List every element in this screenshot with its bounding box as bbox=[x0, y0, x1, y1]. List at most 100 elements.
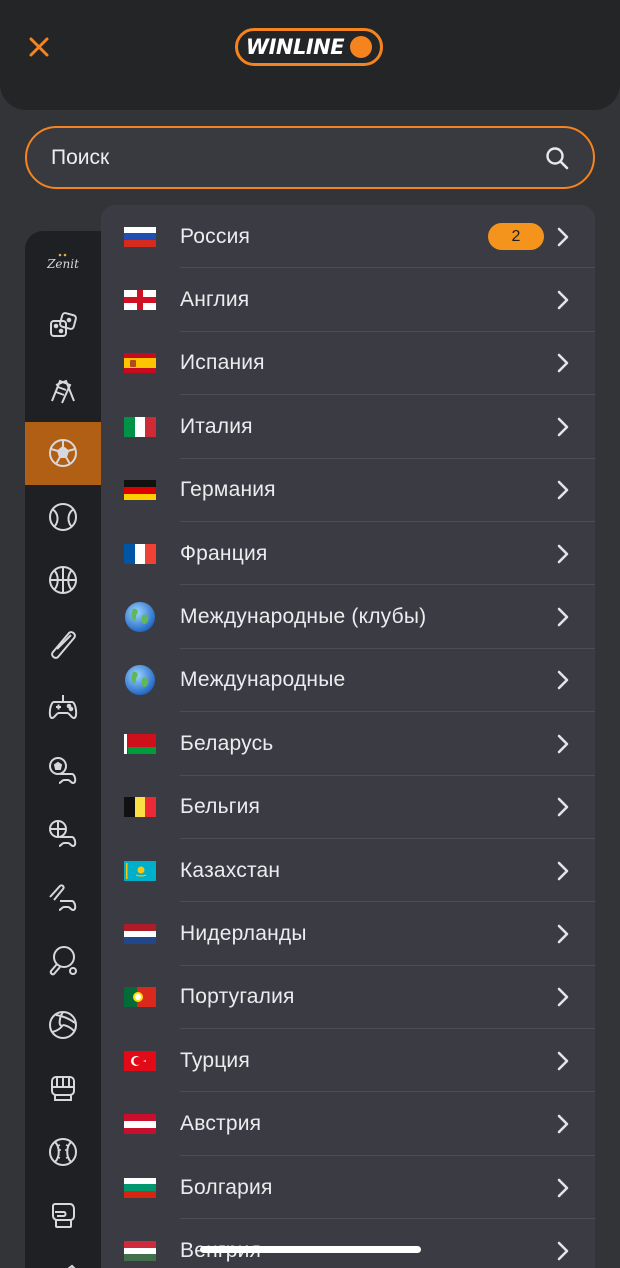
gamepad-icon bbox=[46, 690, 80, 724]
country-name: Англия bbox=[180, 288, 250, 312]
sport-item-gamepad[interactable] bbox=[25, 676, 101, 740]
esports-basketball-icon bbox=[46, 817, 80, 851]
winline-logo: WINLINE bbox=[235, 28, 383, 66]
country-name: Италия bbox=[180, 414, 253, 438]
country-row[interactable]: Международные (клубы) bbox=[101, 585, 595, 649]
france-flag-icon bbox=[124, 543, 156, 564]
svg-text:Zenit: Zenit bbox=[46, 257, 79, 271]
chevron-right-icon bbox=[553, 1178, 573, 1198]
sport-item-tennis-ball[interactable] bbox=[25, 485, 101, 549]
bulgaria-flag-icon bbox=[124, 1177, 156, 1198]
sport-item-mma-glove[interactable] bbox=[25, 1184, 101, 1248]
baseball-icon bbox=[46, 1135, 80, 1169]
country-name: Нидерланды bbox=[180, 921, 307, 945]
esports-soccer-icon bbox=[46, 754, 80, 788]
country-name: Испания bbox=[180, 351, 265, 375]
chevron-right-icon bbox=[553, 227, 573, 247]
close-button[interactable] bbox=[22, 30, 56, 64]
chevron-right-icon bbox=[553, 290, 573, 310]
boxing-glove-icon bbox=[46, 1071, 80, 1105]
sport-item-esports-hockey[interactable] bbox=[25, 866, 101, 930]
search-icon[interactable] bbox=[543, 144, 571, 172]
country-row[interactable]: Турция bbox=[101, 1029, 595, 1093]
chevron-right-icon bbox=[553, 1241, 573, 1261]
portugal-flag-icon bbox=[124, 987, 156, 1008]
italy-flag-icon bbox=[124, 416, 156, 437]
country-name: Россия bbox=[180, 224, 251, 248]
country-row[interactable]: Франция bbox=[101, 522, 595, 586]
austria-flag-icon bbox=[124, 1114, 156, 1135]
sport-item-zenit-logo[interactable]: Zenit bbox=[25, 231, 101, 295]
app-header: WINLINE bbox=[0, 0, 620, 110]
russia-flag-icon bbox=[124, 226, 156, 247]
chevron-right-icon bbox=[553, 861, 573, 881]
badminton-icon bbox=[46, 1262, 80, 1268]
sport-item-racing-flags[interactable] bbox=[25, 358, 101, 422]
home-indicator bbox=[200, 1246, 421, 1253]
country-row[interactable]: Беларусь bbox=[101, 712, 595, 776]
country-name: Франция bbox=[180, 541, 268, 565]
country-name: Международные (клубы) bbox=[180, 605, 427, 629]
country-row[interactable]: Австрия bbox=[101, 1092, 595, 1156]
belarus-flag-icon bbox=[124, 733, 156, 754]
country-row[interactable]: Португалия bbox=[101, 966, 595, 1030]
country-name: Болгария bbox=[180, 1175, 273, 1199]
sport-item-volleyball[interactable] bbox=[25, 993, 101, 1057]
chevron-right-icon bbox=[553, 480, 573, 500]
table-tennis-icon bbox=[46, 944, 80, 978]
country-name: Турция bbox=[180, 1048, 250, 1072]
kazakhstan-flag-icon bbox=[124, 860, 156, 881]
country-row[interactable]: Болгария bbox=[101, 1156, 595, 1220]
country-list: Россия 2 Англия Испания Италия Германия Франци… bbox=[101, 205, 595, 1268]
chevron-right-icon bbox=[553, 797, 573, 817]
chevron-right-icon bbox=[553, 353, 573, 373]
sport-item-esports-soccer[interactable] bbox=[25, 739, 101, 803]
country-row[interactable]: Россия 2 bbox=[101, 205, 595, 269]
tennis-ball-icon bbox=[46, 500, 80, 534]
hungary-flag-icon bbox=[124, 1240, 156, 1261]
chevron-right-icon bbox=[553, 1114, 573, 1134]
sport-item-badminton[interactable] bbox=[25, 1247, 101, 1268]
country-row[interactable]: Англия bbox=[101, 268, 595, 332]
chevron-right-icon bbox=[553, 1051, 573, 1071]
england-flag-icon bbox=[124, 290, 156, 311]
esports-hockey-icon bbox=[46, 881, 80, 915]
sport-item-soccer-ball[interactable] bbox=[25, 421, 101, 485]
sport-item-hockey-puck[interactable] bbox=[25, 612, 101, 676]
sport-item-basketball[interactable] bbox=[25, 549, 101, 613]
count-badge: 2 bbox=[488, 223, 544, 251]
country-name: Бельгия bbox=[180, 795, 261, 819]
country-row[interactable]: Испания bbox=[101, 332, 595, 396]
sport-item-baseball[interactable] bbox=[25, 1120, 101, 1184]
country-row[interactable]: Венгрия bbox=[101, 1219, 595, 1268]
volleyball-icon bbox=[46, 1008, 80, 1042]
country-row[interactable]: Нидерланды bbox=[101, 902, 595, 966]
zenit-logo-icon: Zenit bbox=[46, 246, 80, 280]
country-name: Португалия bbox=[180, 985, 295, 1009]
chevron-right-icon bbox=[553, 924, 573, 944]
country-row[interactable]: Международные bbox=[101, 649, 595, 713]
chevron-right-icon bbox=[553, 607, 573, 627]
racing-flags-icon bbox=[46, 373, 80, 407]
country-name: Международные bbox=[180, 668, 346, 692]
sports-sidebar: Zenit bbox=[25, 231, 101, 1268]
country-row[interactable]: Бельгия bbox=[101, 776, 595, 839]
country-row[interactable]: Италия bbox=[101, 395, 595, 459]
country-row[interactable]: Германия bbox=[101, 459, 595, 522]
chevron-right-icon bbox=[553, 734, 573, 754]
sport-item-dice[interactable] bbox=[25, 295, 101, 359]
sport-item-table-tennis[interactable] bbox=[25, 930, 101, 994]
search-input[interactable] bbox=[51, 145, 543, 170]
sport-item-boxing-glove[interactable] bbox=[25, 1057, 101, 1121]
globe-flag-icon bbox=[124, 664, 156, 696]
basketball-icon bbox=[46, 563, 80, 597]
turkey-flag-icon bbox=[124, 1050, 156, 1071]
spain-flag-icon bbox=[124, 353, 156, 374]
search-field[interactable] bbox=[25, 126, 595, 189]
soccer-ball-icon bbox=[46, 436, 80, 470]
country-name: Беларусь bbox=[180, 731, 274, 755]
chevron-right-icon bbox=[553, 417, 573, 437]
country-row[interactable]: Казахстан bbox=[101, 839, 595, 903]
dice-icon bbox=[46, 309, 80, 343]
sport-item-esports-basketball[interactable] bbox=[25, 803, 101, 867]
